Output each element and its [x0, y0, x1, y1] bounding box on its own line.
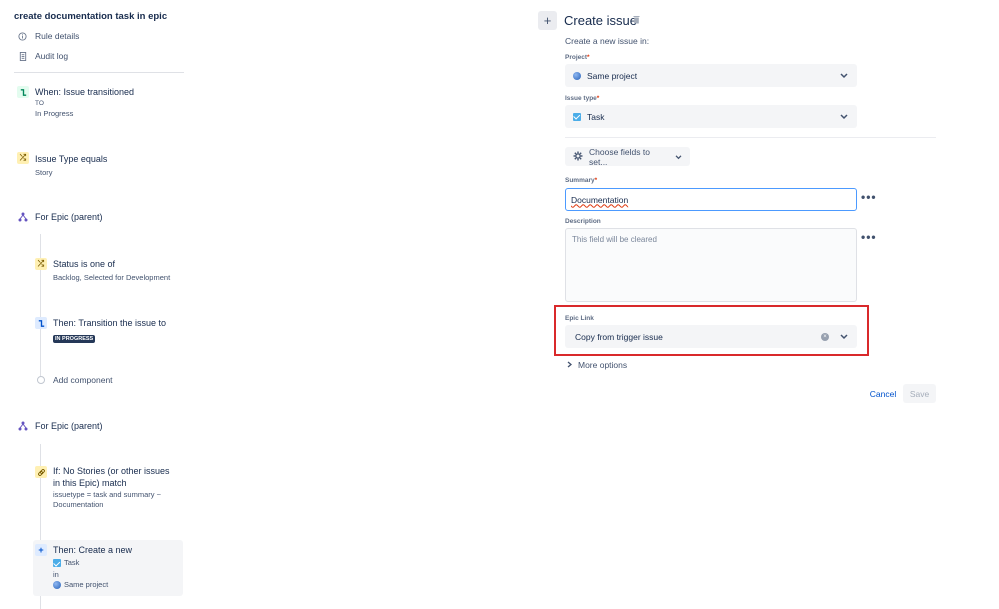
- description-more-icon[interactable]: •••: [861, 230, 877, 244]
- epic-link-highlight-box: [554, 305, 869, 356]
- rule-title: create documentation task in epic: [14, 11, 168, 22]
- issue-type-label: Issue type*: [565, 95, 600, 102]
- project-globe-icon: [53, 581, 61, 589]
- trigger-node[interactable]: [17, 86, 29, 98]
- chevron-right-icon: [567, 360, 573, 370]
- description-label: Description: [565, 218, 601, 225]
- cancel-button[interactable]: Cancel: [866, 385, 900, 403]
- save-button[interactable]: Save: [903, 384, 936, 403]
- transition-icon: [35, 317, 47, 329]
- nav-divider: [14, 72, 184, 73]
- more-options-toggle[interactable]: More options: [567, 360, 627, 370]
- plus-icon: +: [35, 544, 47, 556]
- add-component-node[interactable]: [37, 376, 45, 384]
- task-icon: [573, 112, 581, 121]
- trigger-status: In Progress: [35, 109, 74, 118]
- add-component-label[interactable]: Add component: [53, 375, 113, 386]
- nav-rule-details[interactable]: Rule details: [18, 31, 79, 41]
- issue-type-select-value: Task: [587, 111, 605, 122]
- status-condition-node[interactable]: ⤮: [35, 258, 47, 270]
- branch-icon: [17, 211, 29, 223]
- if-condition-title-1: If: No Stories (or other issues: [53, 466, 170, 476]
- action-type-plus-icon: +: [538, 11, 557, 30]
- summary-input[interactable]: Documentation: [565, 188, 857, 211]
- issue-type-select[interactable]: Task: [565, 105, 857, 128]
- create-action-project: Same project: [53, 580, 108, 590]
- branch-line-1: [40, 234, 41, 382]
- nav-audit-log-label: Audit log: [35, 51, 69, 61]
- add-dot-icon: [37, 376, 45, 384]
- panel-subtitle: Create a new issue in:: [565, 36, 650, 46]
- chevron-down-icon: [839, 112, 849, 122]
- info-icon: [18, 31, 27, 41]
- transition-title: Then: Transition the issue to: [53, 318, 167, 328]
- task-icon: [53, 559, 61, 567]
- project-globe-icon: [573, 71, 581, 80]
- trigger-to: TO: [35, 100, 44, 107]
- more-options-label: More options: [578, 360, 628, 370]
- create-action-title: Then: Create a new: [53, 545, 133, 555]
- create-action-type: Task: [53, 558, 79, 568]
- if-condition-jql-1: issuetype = task and summary ~: [53, 490, 161, 499]
- status-condition-title: Status is one of: [53, 259, 116, 269]
- project-select-value: Same project: [587, 70, 638, 81]
- description-placeholder: This field will be cleared: [572, 235, 657, 244]
- description-textarea[interactable]: This field will be cleared: [565, 228, 857, 302]
- panel-title: Create issue: [564, 13, 637, 28]
- shuffle-icon: ⤮: [35, 258, 47, 270]
- branch-node-1[interactable]: [17, 211, 29, 223]
- summary-more-icon[interactable]: •••: [861, 190, 877, 204]
- chevron-down-icon: [675, 152, 682, 162]
- if-condition-title-2: in this Epic) match: [53, 478, 127, 488]
- section-divider: [565, 137, 936, 138]
- transition-node[interactable]: [35, 317, 47, 329]
- summary-value: Documentation: [571, 194, 629, 205]
- project-select[interactable]: Same project: [565, 64, 857, 87]
- branch-icon: [17, 420, 29, 432]
- create-action-in: in: [53, 570, 59, 579]
- choose-fields-label: Choose fields to set...: [589, 146, 650, 167]
- trigger-title: When: Issue transitioned: [35, 87, 135, 97]
- project-label: Project*: [565, 54, 590, 61]
- condition-node[interactable]: ⤮: [17, 152, 29, 164]
- document-icon: [18, 51, 27, 61]
- if-condition-jql-2: Documentation: [53, 500, 104, 509]
- link-icon: [35, 466, 47, 478]
- status-condition-values: Backlog, Selected for Development: [53, 273, 171, 282]
- shuffle-icon: ⤮: [17, 152, 29, 164]
- chevron-down-icon: [839, 71, 849, 81]
- if-condition-node[interactable]: [35, 466, 47, 478]
- choose-fields-button[interactable]: Choose fields to set...: [565, 146, 690, 167]
- trigger-icon: [17, 86, 29, 98]
- summary-label: Summary*: [565, 177, 598, 184]
- nav-audit-log[interactable]: Audit log: [18, 51, 68, 61]
- gear-icon: [573, 151, 583, 163]
- branch-title-2: For Epic (parent): [35, 421, 103, 431]
- branch-node-2[interactable]: [17, 420, 29, 432]
- status-lozenge: IN PROGRESS: [53, 335, 96, 343]
- condition-title: Issue Type equals: [35, 154, 108, 164]
- create-action-icon-wrap: +: [35, 544, 47, 556]
- nav-rule-details-label: Rule details: [35, 31, 80, 41]
- branch-title-1: For Epic (parent): [35, 212, 103, 222]
- trash-icon[interactable]: [633, 15, 640, 24]
- condition-value: Story: [35, 168, 53, 177]
